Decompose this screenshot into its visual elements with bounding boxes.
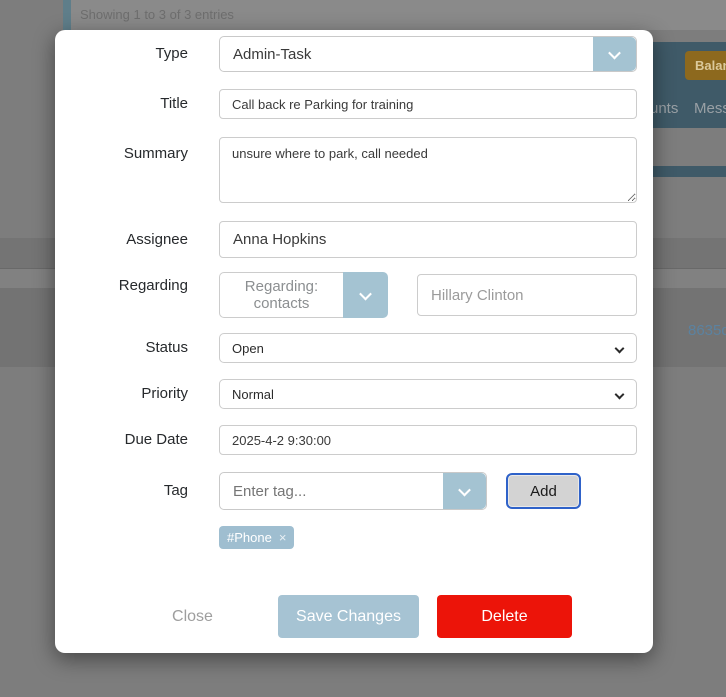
teal-band	[652, 166, 726, 177]
regarding-type-line1: Regarding:	[245, 278, 318, 295]
regarding-type-select[interactable]: Regarding: contacts	[219, 272, 343, 318]
nav-accounts-link[interactable]: unts	[652, 100, 678, 117]
nav-messages-link[interactable]: Mess	[694, 100, 726, 117]
balance-button[interactable]: Balan	[685, 51, 726, 80]
chevron-down-icon	[608, 46, 621, 59]
select-caret-icon	[615, 390, 625, 400]
status-label: Status	[55, 333, 188, 363]
type-input[interactable]	[220, 37, 593, 71]
assignee-input[interactable]	[219, 221, 637, 258]
hash-id-text: 8635d	[688, 322, 726, 339]
task-edit-modal: Type Title Summary unsure where to park,…	[55, 30, 653, 653]
remove-tag-icon[interactable]: ×	[279, 530, 287, 545]
tag-input-group	[219, 472, 487, 510]
priority-label: Priority	[55, 379, 188, 409]
status-value: Open	[232, 341, 264, 356]
add-tag-button[interactable]: Add	[506, 473, 581, 509]
priority-select[interactable]: Normal	[219, 379, 637, 409]
priority-value: Normal	[232, 387, 274, 402]
tag-chip-text: #Phone	[227, 530, 272, 545]
tag-input[interactable]	[220, 473, 443, 509]
regarding-selector-group: Regarding: contacts	[219, 272, 388, 318]
type-dropdown-button[interactable]	[593, 37, 636, 71]
due-date-label: Due Date	[55, 425, 188, 455]
regarding-dropdown-button[interactable]	[343, 272, 388, 318]
assignee-label: Assignee	[55, 221, 188, 258]
summary-label: Summary	[55, 145, 188, 163]
close-button[interactable]: Close	[155, 595, 230, 638]
regarding-type-line2: contacts	[254, 295, 310, 312]
regarding-contact-input[interactable]	[417, 274, 637, 316]
table-entries-info: Showing 1 to 3 of 3 entries	[80, 7, 234, 22]
delete-button[interactable]: Delete	[437, 595, 572, 638]
title-label: Title	[55, 89, 188, 119]
status-select[interactable]: Open	[219, 333, 637, 363]
sidebar-teal-panel: Balan unts Mess	[652, 42, 726, 128]
tag-chip[interactable]: #Phone ×	[219, 526, 294, 549]
tag-label: Tag	[55, 472, 188, 510]
chevron-down-icon	[359, 287, 372, 300]
due-date-input[interactable]	[219, 425, 637, 455]
select-caret-icon	[615, 344, 625, 354]
table-accent-bar	[63, 0, 71, 30]
chevron-down-icon	[458, 483, 471, 496]
regarding-label: Regarding	[55, 277, 188, 295]
save-changes-button[interactable]: Save Changes	[278, 595, 419, 638]
type-label: Type	[55, 36, 188, 72]
summary-textarea[interactable]: unsure where to park, call needed	[219, 137, 637, 203]
background-nav: unts Mess	[652, 100, 726, 120]
title-input[interactable]	[219, 89, 637, 119]
tag-dropdown-button[interactable]	[443, 473, 486, 509]
type-dropdown-group	[219, 36, 637, 72]
